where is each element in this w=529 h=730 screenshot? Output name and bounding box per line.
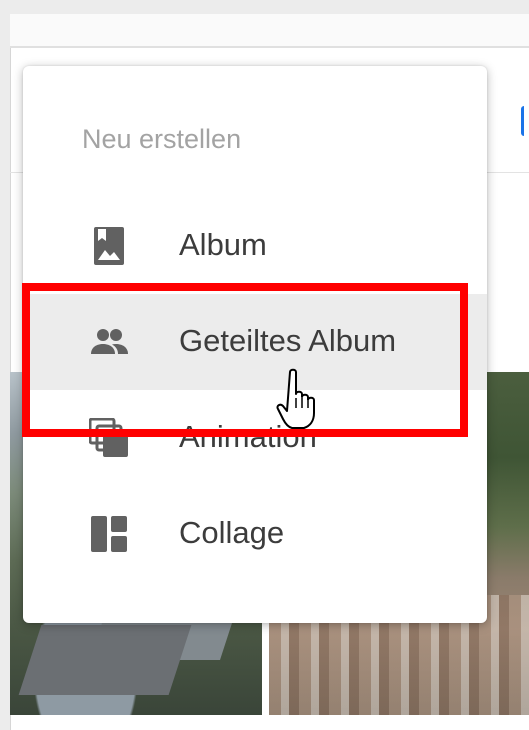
top-bar [10,14,529,48]
menu-item-collage[interactable]: Collage [23,486,487,582]
create-new-menu: Neu erstellen Album Geteiltes Album Anim… [23,66,487,623]
menu-item-animation[interactable]: Animation [23,390,487,486]
photo-album-icon [94,227,124,265]
menu-item-label: Collage [179,515,285,550]
people-icon [91,329,128,354]
menu-header: Neu erstellen [82,124,242,154]
menu-item-album[interactable]: Album [23,198,487,294]
animation-icon [89,418,128,457]
partial-blue-icon [521,106,529,136]
collage-icon [91,516,127,552]
menu-item-label: Album [179,227,267,262]
menu-item-shared-album[interactable]: Geteiltes Album [23,294,487,390]
menu-item-label: Geteiltes Album [179,323,397,358]
hand-cursor-icon [276,368,315,429]
